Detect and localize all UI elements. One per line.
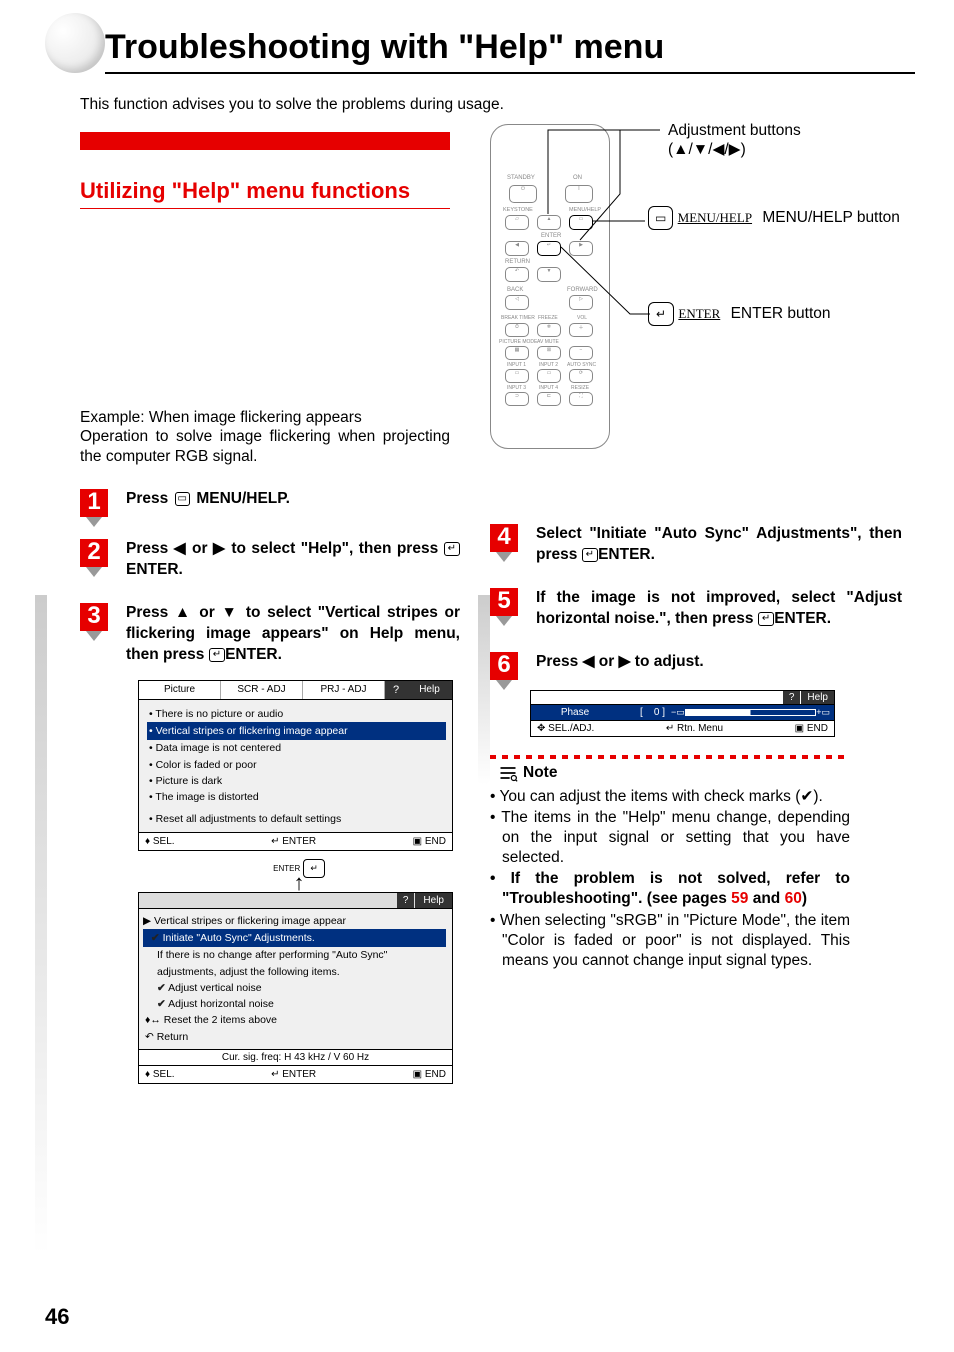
step-number-4: 4 xyxy=(490,524,518,552)
osd2-item: ✔ Adjust vertical noise xyxy=(143,980,446,996)
enter-key-icon: ↵ xyxy=(758,612,774,626)
osd-tab-scradj: SCR - ADJ xyxy=(221,681,303,699)
osd1-item: • Data image is not centered xyxy=(149,740,446,756)
note-item: The items in the "Help" menu change, dep… xyxy=(490,808,850,868)
step-4-text: Select "Initiate "Auto Sync" Adjustments… xyxy=(536,524,902,566)
osd-foot-enter: ↵ ENTER xyxy=(271,836,316,847)
osd2-item: ♦↔ Reset the 2 items above xyxy=(143,1012,446,1028)
osd-help-q-icon: ? xyxy=(385,681,407,699)
callout-lines xyxy=(490,124,890,464)
osd3-slider xyxy=(685,709,816,716)
osd-foot-sel: ♦ SEL. xyxy=(145,1069,175,1080)
callout-menuhelp: ▭ MENU/HELP MENU/HELP button xyxy=(648,206,900,230)
osd2-item-selected: ✔ Initiate "Auto Sync" Adjustments. xyxy=(143,929,446,947)
intro-text: This function advises you to solve the p… xyxy=(80,96,909,114)
note-rule xyxy=(490,755,850,759)
osd-foot-sel: ♦ SEL. xyxy=(145,836,175,847)
osd-foot-enter: ↵ ENTER xyxy=(271,1069,316,1080)
osd1-item: • Picture is dark xyxy=(149,773,446,789)
osd2-signal-row: Cur. sig. freq: H 43 kHz / V 60 Hz xyxy=(139,1049,452,1065)
osd-foot-seladj: ✥ SEL./ADJ. xyxy=(537,723,594,734)
osd-help-menu: Picture SCR - ADJ PRJ - ADJ ? Help • The… xyxy=(138,680,453,851)
example-body: Operation to solve image flickering when… xyxy=(80,427,450,467)
example-heading: Example: When image flickering appears xyxy=(80,409,460,427)
step-5-text: If the image is not improved, select "Ad… xyxy=(536,588,902,630)
note-icon xyxy=(498,763,518,783)
page-title: Troubleshooting with "Help" menu xyxy=(105,28,915,74)
osd-phase-adjust: ?Help Phase [ 0 ] −▭ +▭ ✥ SEL./ADJ. ↵ Rt… xyxy=(530,690,835,737)
osd3-value: [ 0 ] xyxy=(615,707,665,718)
osd3-label: Phase xyxy=(535,707,615,718)
step-2-text: Press ◀ or ▶ to select "Help", then pres… xyxy=(126,539,460,581)
step-6-text: Press ◀ or ▶ to adjust. xyxy=(536,652,704,673)
osd2-return: ↶ Return xyxy=(143,1029,446,1045)
osd1-item: • Reset all adjustments to default setti… xyxy=(149,811,446,827)
menu-help-key-icon: ▭ xyxy=(175,492,190,506)
header-bullet xyxy=(45,13,105,73)
osd2-item: ✔ Adjust horizontal noise xyxy=(143,996,446,1012)
step-1-text: Press ▭ MENU/HELP. xyxy=(126,489,290,510)
osd1-item: • Color is faded or poor xyxy=(149,757,446,773)
note-item: You can adjust the items with check mark… xyxy=(490,787,850,807)
osd-help-submenu: ? Help ▶ Vertical stripes or flickering … xyxy=(138,892,453,1084)
osd-help-q-icon: ? xyxy=(783,691,801,704)
osd-foot-end: ▣ END xyxy=(413,1069,446,1080)
osd2-item: If there is no change after performing "… xyxy=(143,947,446,980)
enter-key-icon: ↵ xyxy=(444,542,460,556)
section-title: Utilizing "Help" menu functions xyxy=(80,178,450,209)
osd1-item: • The image is distorted xyxy=(149,789,446,805)
osd-foot-end: ▣ END xyxy=(795,723,828,734)
osd-tab-help: Help xyxy=(801,691,834,704)
osd-tab-picture: Picture xyxy=(139,681,221,699)
menu-help-key-icon: ▭ xyxy=(648,206,673,230)
note-item: When selecting "sRGB" in "Picture Mode",… xyxy=(490,911,850,971)
osd-tab-help: Help xyxy=(415,893,452,908)
step-3-text: Press ▲ or ▼ to select "Vertical stripes… xyxy=(126,603,460,666)
osd-tab-help: Help xyxy=(407,681,452,699)
note-title: Note xyxy=(523,764,557,782)
step-track-right xyxy=(478,595,490,785)
osd-help-q-icon: ? xyxy=(397,893,415,908)
osd1-item: • There is no picture or audio xyxy=(149,706,446,722)
enter-key-icon: ↵ xyxy=(209,648,225,662)
step-number-2: 2 xyxy=(80,539,108,567)
note-item-bold: If the problem is not solved, refer to "… xyxy=(490,869,850,909)
page-number: 46 xyxy=(45,1304,69,1330)
osd-foot-end: ▣ END xyxy=(413,836,446,847)
callout-adjustment: Adjustment buttons(▲/▼/◀/▶) xyxy=(668,122,801,159)
step-track-left xyxy=(35,595,47,1255)
osd-enter-arrow: ENTER ↵ ↑ xyxy=(138,859,460,888)
callout-enter: ↵ ENTER ENTER button xyxy=(648,302,831,326)
osd2-header: ▶ Vertical stripes or flickering image a… xyxy=(143,913,446,929)
enter-key-icon: ↵ xyxy=(582,548,598,562)
enter-key-icon: ↵ xyxy=(648,302,674,326)
section-accent-bar xyxy=(80,132,450,150)
step-number-6: 6 xyxy=(490,652,518,680)
step-number-5: 5 xyxy=(490,588,518,616)
step-number-3: 3 xyxy=(80,603,108,631)
osd-tab-prjadj: PRJ - ADJ xyxy=(303,681,385,699)
osd1-item-selected: • Vertical stripes or flickering image a… xyxy=(147,722,446,740)
osd-foot-rtn: ↵ Rtn. Menu xyxy=(666,723,723,734)
step-number-1: 1 xyxy=(80,489,108,517)
